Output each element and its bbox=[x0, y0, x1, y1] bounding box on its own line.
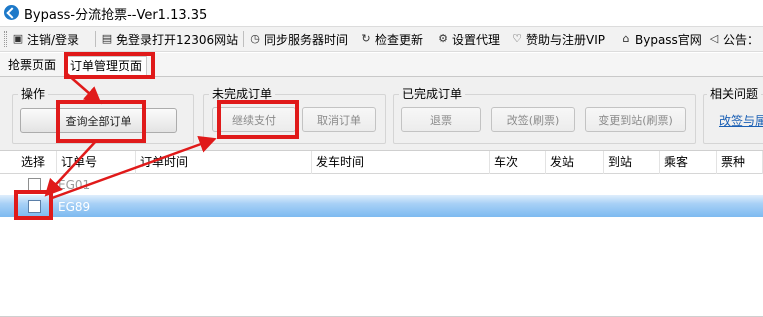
menu-notice[interactable]: ◁ 公告： bbox=[708, 31, 759, 47]
highlight-order-tab bbox=[64, 52, 155, 79]
column-header[interactable]: 到站 bbox=[604, 151, 660, 174]
order-number-cell: EG89 bbox=[58, 200, 91, 214]
menu-check-update-label: 检查更新 bbox=[375, 32, 424, 47]
table-row-selected[interactable] bbox=[0, 195, 763, 217]
change-station-button[interactable]: 变更到站(刷票) bbox=[585, 107, 686, 132]
group-unfinished-label: 未完成订单 bbox=[209, 87, 276, 101]
column-header[interactable]: 发车时间 bbox=[312, 151, 490, 174]
column-header[interactable]: 订单号 bbox=[57, 151, 136, 174]
speaker-icon: ◁ bbox=[709, 32, 719, 45]
menu-vip-label: 赞助与注册VIP bbox=[526, 32, 605, 47]
window-title: Bypass-分流抢票--Ver1.13.35 bbox=[24, 8, 208, 23]
column-header[interactable]: 选择 bbox=[17, 151, 57, 174]
table-row[interactable] bbox=[0, 174, 763, 195]
clock-icon: ◷ bbox=[250, 32, 260, 45]
menu-check-update[interactable]: ↻ 检查更新 bbox=[360, 31, 423, 47]
menu-proxy-label: 设置代理 bbox=[452, 32, 501, 47]
highlight-row-checkbox bbox=[14, 190, 53, 220]
highlight-continue-pay bbox=[217, 100, 299, 139]
window-icon: ▤ bbox=[101, 32, 113, 45]
menu-sync-time-label: 同步服务器时间 bbox=[264, 32, 349, 47]
menu-notice-label: 公告： bbox=[723, 32, 760, 47]
column-header[interactable]: 车次 bbox=[490, 151, 546, 174]
menu-sync-time[interactable]: ◷ 同步服务器时间 bbox=[249, 31, 348, 47]
toolbar-grip[interactable] bbox=[4, 31, 7, 47]
highlight-query-all bbox=[56, 100, 146, 143]
menu-open-12306-label: 免登录打开12306网站 bbox=[116, 32, 239, 47]
menu-separator bbox=[95, 31, 96, 47]
gear-icon: ⚙ bbox=[438, 32, 448, 45]
menu-logout[interactable]: ▣ 注销/登录 bbox=[12, 31, 79, 47]
menu-separator bbox=[243, 31, 244, 47]
group-finished-label: 已完成订单 bbox=[399, 87, 466, 101]
menu-website[interactable]: ⌂ Bypass官网 bbox=[620, 31, 702, 47]
refresh-icon: ↻ bbox=[361, 32, 371, 45]
group-operate-label: 操作 bbox=[18, 87, 49, 101]
menu-proxy[interactable]: ⚙ 设置代理 bbox=[437, 31, 500, 47]
refund-button[interactable]: 退票 bbox=[401, 107, 481, 132]
menu-website-label: Bypass官网 bbox=[635, 32, 702, 47]
heart-icon: ♡ bbox=[512, 32, 522, 45]
menu-vip[interactable]: ♡ 赞助与注册VIP bbox=[511, 31, 605, 47]
column-header[interactable]: 票种 bbox=[717, 151, 763, 174]
related-help-link[interactable]: 改签与属 bbox=[719, 112, 763, 129]
change-ticket-button[interactable]: 改签(刷票) bbox=[491, 107, 575, 132]
order-number-cell: EG01 bbox=[58, 178, 91, 192]
tab-grab-tickets[interactable]: 抢票页面 bbox=[4, 56, 60, 76]
menu-logout-label: 注销/登录 bbox=[27, 32, 80, 47]
logout-icon: ▣ bbox=[12, 32, 24, 45]
group-related-label: 相关问题 bbox=[707, 87, 762, 101]
menu-open-12306[interactable]: ▤ 免登录打开12306网站 bbox=[101, 31, 238, 47]
home-icon: ⌂ bbox=[622, 32, 630, 45]
cancel-order-button[interactable]: 取消订单 bbox=[302, 107, 376, 132]
column-header[interactable]: 乘客 bbox=[660, 151, 717, 174]
column-header[interactable]: 订单时间 bbox=[136, 151, 312, 174]
column-header[interactable]: 发站 bbox=[546, 151, 604, 174]
app-logo-icon bbox=[4, 5, 19, 20]
